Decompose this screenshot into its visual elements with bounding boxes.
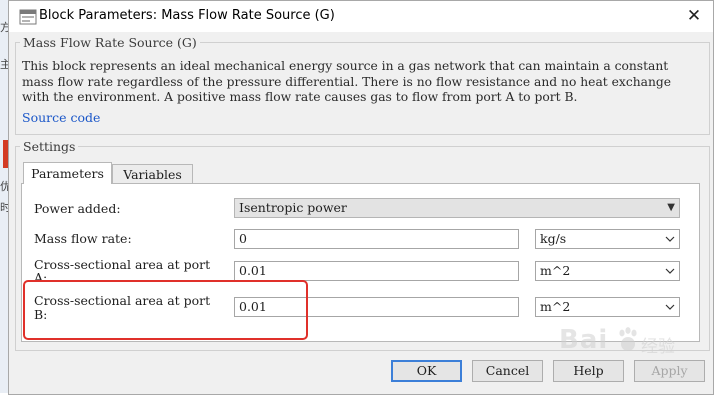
chevron-down-icon — [665, 262, 675, 280]
area-a-unit-dropdown[interactable]: m^2 — [535, 261, 680, 281]
watermark-logo-text: Bai — [559, 325, 609, 355]
paw-icon — [619, 327, 637, 351]
settings-heading: Settings — [20, 139, 79, 154]
watermark: Bai 经验 — [559, 321, 717, 365]
watermark-sub-text: 经验 — [641, 337, 675, 357]
mass-flow-rate-value: 0 — [239, 231, 247, 246]
mass-flow-rate-unit-dropdown[interactable]: kg/s — [535, 229, 680, 249]
power-added-label: Power added: — [34, 201, 121, 216]
area-a-unit: m^2 — [540, 263, 571, 278]
area-a-value: 0.01 — [239, 263, 267, 278]
tab-parameters[interactable]: Parameters — [23, 162, 112, 184]
area-a-input[interactable]: 0.01 — [234, 261, 519, 281]
title-bar[interactable]: Block Parameters: Mass Flow Rate Source … — [9, 1, 713, 32]
source-code-link[interactable]: Source code — [22, 110, 100, 125]
chevron-down-icon — [665, 298, 675, 316]
mass-flow-rate-unit: kg/s — [540, 231, 567, 246]
block-name-heading: Mass Flow Rate Source (G) — [20, 35, 200, 50]
cancel-button[interactable]: Cancel — [472, 360, 543, 382]
block-description: This block represents an ideal mechanica… — [22, 59, 672, 104]
mass-flow-rate-label: Mass flow rate: — [34, 231, 132, 246]
close-icon[interactable]: ✕ — [681, 5, 707, 27]
area-b-unit: m^2 — [540, 299, 571, 314]
dropdown-arrow-icon: ▼ — [667, 202, 675, 213]
block-parameters-dialog: Block Parameters: Mass Flow Rate Source … — [8, 0, 714, 395]
tab-variables[interactable]: Variables — [112, 164, 193, 184]
area-a-label-line1: Cross-sectional area at port — [34, 257, 211, 272]
chevron-down-icon — [665, 230, 675, 248]
area-b-unit-dropdown[interactable]: m^2 — [535, 297, 680, 317]
window-title: Block Parameters: Mass Flow Rate Source … — [39, 8, 335, 23]
annotation-highlight-box — [23, 280, 308, 340]
ok-button[interactable]: OK — [391, 360, 462, 382]
power-added-dropdown[interactable]: Isentropic power ▼ — [234, 198, 680, 218]
block-icon — [19, 9, 37, 25]
tab-label: Variables — [123, 167, 182, 182]
power-added-value: Isentropic power — [239, 200, 347, 215]
mass-flow-rate-input[interactable]: 0 — [234, 229, 519, 249]
tab-label: Parameters — [31, 166, 104, 181]
